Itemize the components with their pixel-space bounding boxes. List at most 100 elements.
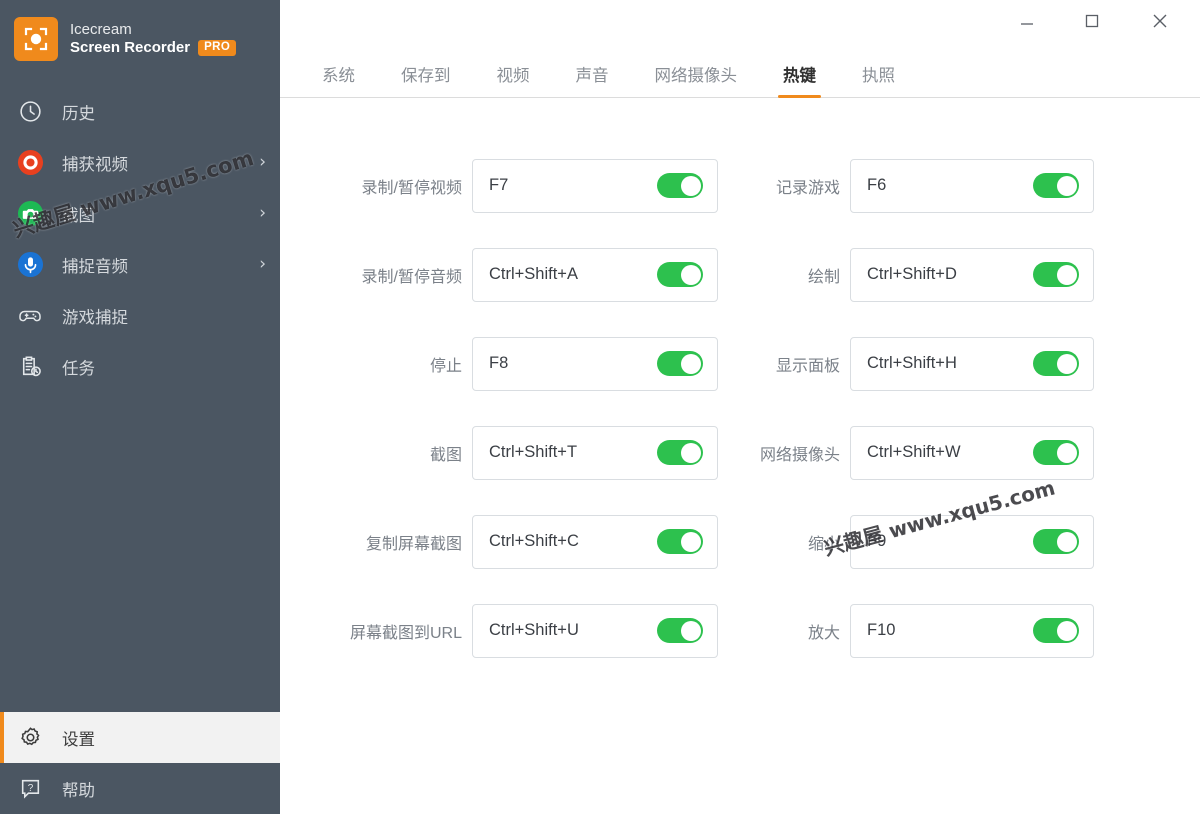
hotkey-field[interactable]: F6 (850, 158, 1094, 213)
hotkey-field[interactable]: Ctrl+Shift+C (472, 514, 718, 569)
minimize-icon[interactable] (1004, 0, 1050, 42)
hotkey-value: F8 (489, 354, 509, 372)
sidebar-item-label: 捕获视频 (62, 155, 128, 174)
brand-name-line2: Screen Recorder PRO (70, 39, 237, 57)
hotkey-row-show-panel: 显示面板 Ctrl+Shift+H (728, 319, 1102, 408)
sidebar-item-capture-audio[interactable]: 捕捉音频 › (0, 239, 280, 290)
hotkey-label: 录制/暂停视频 (361, 179, 462, 197)
sidebar-bottom-nav: 设置 ? 帮助 (0, 712, 280, 814)
hotkey-value: F10 (867, 621, 896, 639)
sidebar-item-label: 历史 (62, 104, 95, 123)
hotkey-row-record-pause-video: 录制/暂停视频 F7 (318, 141, 718, 230)
hotkey-value: F6 (867, 176, 887, 194)
brand-header: Icecream Screen Recorder PRO (0, 0, 280, 62)
toggle-knob (680, 175, 701, 196)
hotkey-field[interactable]: Ctrl+Shift+T (472, 425, 718, 480)
hotkey-toggle[interactable] (657, 529, 703, 554)
chevron-right-icon: › (259, 152, 266, 172)
hotkey-field[interactable]: Ctrl+Shift+H (850, 336, 1094, 391)
sidebar-item-label: 任务 (62, 359, 95, 378)
hotkey-field[interactable]: Ctrl+Shift+A (472, 247, 718, 302)
toggle-knob (680, 620, 701, 641)
hotkey-toggle[interactable] (1033, 262, 1079, 287)
hotkey-field[interactable]: F9 (850, 514, 1094, 569)
record-frame-icon (14, 17, 58, 61)
maximize-icon[interactable] (1069, 0, 1115, 42)
hotkey-value: Ctrl+Shift+U (489, 621, 579, 639)
sidebar-item-label: 游戏捕捉 (62, 308, 128, 327)
hotkey-row-copy-screenshot: 复制屏幕截图 Ctrl+Shift+C (318, 497, 718, 586)
sidebar-item-label: 设置 (62, 730, 95, 749)
sidebar: Icecream Screen Recorder PRO 历史 捕获视频 › 截… (0, 0, 280, 814)
sidebar-item-screenshot[interactable]: 截图 › (0, 188, 280, 239)
clipboard-clock-icon (14, 351, 46, 383)
hotkey-row-webcam: 网络摄像头 Ctrl+Shift+W (728, 408, 1102, 497)
tab-license[interactable]: 执照 (862, 62, 895, 97)
hotkey-label: 录制/暂停音频 (361, 268, 462, 286)
hotkey-label: 截图 (429, 446, 462, 464)
hotkey-label: 记录游戏 (775, 179, 840, 197)
hotkey-toggle[interactable] (1033, 618, 1079, 643)
tab-audio[interactable]: 声音 (576, 62, 609, 97)
hotkey-toggle[interactable] (1033, 173, 1079, 198)
hotkeys-content: 录制/暂停视频 F7 录制/暂停音频 Ctrl+Shift+A 停止 F8 截图… (280, 98, 1200, 814)
sidebar-item-tasks[interactable]: 任务 (0, 341, 280, 392)
chevron-right-icon: › (259, 203, 266, 223)
hotkey-field[interactable]: Ctrl+Shift+U (472, 603, 718, 658)
hotkey-field[interactable]: F10 (850, 603, 1094, 658)
hotkey-field[interactable]: Ctrl+Shift+W (850, 425, 1094, 480)
hotkey-toggle[interactable] (1033, 351, 1079, 376)
toggle-knob (1056, 620, 1077, 641)
hotkeys-left-column: 录制/暂停视频 F7 录制/暂停音频 Ctrl+Shift+A 停止 F8 截图… (280, 141, 718, 814)
toggle-knob (1056, 353, 1077, 374)
tab-hotkeys[interactable]: 热键 (778, 62, 821, 98)
hotkey-value: Ctrl+Shift+C (489, 532, 579, 550)
hotkey-label: 屏幕截图到URL (349, 624, 462, 642)
clock-icon (14, 96, 46, 128)
sidebar-item-capture-video[interactable]: 捕获视频 › (0, 137, 280, 188)
close-icon[interactable] (1137, 0, 1183, 42)
hotkey-label: 缩小 (807, 535, 840, 553)
hotkey-row-record-game: 记录游戏 F6 (728, 141, 1102, 230)
hotkey-label: 网络摄像头 (759, 446, 840, 464)
tab-save-to[interactable]: 保存到 (401, 62, 451, 97)
hotkey-row-zoom-in: 放大 F10 (728, 586, 1102, 675)
svg-text:?: ? (27, 783, 33, 794)
hotkey-row-screenshot: 截图 Ctrl+Shift+T (318, 408, 718, 497)
sidebar-item-history[interactable]: 历史 (0, 86, 280, 137)
hotkey-toggle[interactable] (657, 351, 703, 376)
hotkey-value: F7 (489, 176, 509, 194)
hotkey-toggle[interactable] (1033, 440, 1079, 465)
hotkey-field[interactable]: Ctrl+Shift+D (850, 247, 1094, 302)
hotkey-toggle[interactable] (657, 440, 703, 465)
hotkey-label: 停止 (429, 357, 462, 375)
brand-text: Icecream Screen Recorder PRO (70, 21, 237, 57)
sidebar-item-help[interactable]: ? 帮助 (0, 763, 280, 814)
chevron-right-icon: › (259, 254, 266, 274)
hotkey-field[interactable]: F7 (472, 158, 718, 213)
hotkey-field[interactable]: F8 (472, 336, 718, 391)
pro-badge: PRO (198, 39, 237, 57)
hotkey-toggle[interactable] (657, 262, 703, 287)
sidebar-item-game-capture[interactable]: 游戏捕捉 (0, 290, 280, 341)
sidebar-item-label: 帮助 (62, 781, 95, 800)
hotkey-toggle[interactable] (657, 618, 703, 643)
toggle-knob (1056, 264, 1077, 285)
toggle-knob (1056, 531, 1077, 552)
sidebar-item-settings[interactable]: 设置 (0, 712, 280, 763)
hotkey-row-record-pause-audio: 录制/暂停音频 Ctrl+Shift+A (318, 230, 718, 319)
hotkey-toggle[interactable] (1033, 529, 1079, 554)
tab-system[interactable]: 系统 (322, 62, 355, 97)
hotkey-row-screenshot-to-url: 屏幕截图到URL Ctrl+Shift+U (318, 586, 718, 675)
toggle-knob (1056, 175, 1077, 196)
toggle-knob (680, 264, 701, 285)
toggle-knob (680, 353, 701, 374)
hotkey-value: Ctrl+Shift+W (867, 443, 961, 461)
tab-webcam[interactable]: 网络摄像头 (655, 62, 738, 97)
hotkey-label: 放大 (807, 624, 840, 642)
main-panel: 系统 保存到 视频 声音 网络摄像头 热键 执照 录制/暂停视频 F7 录制/暂… (280, 0, 1200, 814)
window-titlebar (280, 0, 1200, 46)
tab-video[interactable]: 视频 (497, 62, 530, 97)
hotkey-toggle[interactable] (657, 173, 703, 198)
record-icon (14, 147, 46, 179)
